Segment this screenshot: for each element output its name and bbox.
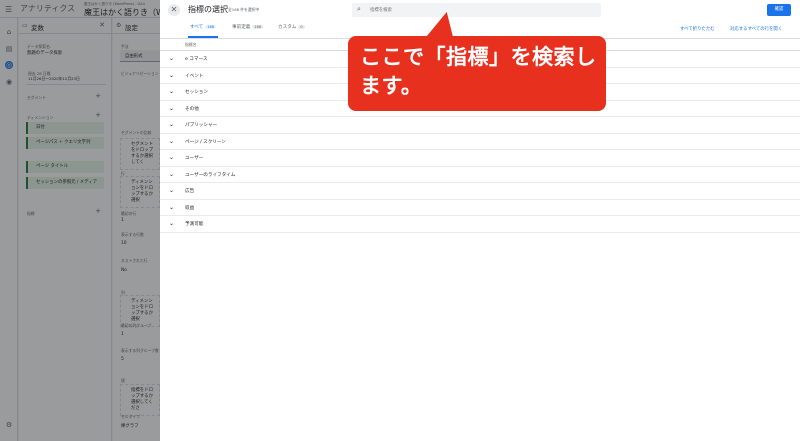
close-icon[interactable]: ✕ — [168, 4, 180, 16]
category-name: セッション — [185, 90, 208, 95]
chevron-down-icon: ⌄ — [169, 187, 175, 194]
chevron-down-icon: ⌄ — [169, 154, 175, 161]
tab-count: 168 — [252, 25, 264, 29]
chevron-down-icon: ⌄ — [169, 71, 175, 79]
category-name: e コマース — [185, 57, 208, 62]
search-icon: ⌕ — [357, 5, 361, 13]
modal-scrim[interactable] — [0, 0, 160, 441]
category-name: ユーザーのライフタイム — [185, 172, 236, 178]
tab-label: すべて — [190, 25, 204, 30]
category-name: その他 — [185, 106, 199, 112]
expand-all-link[interactable]: 対応するすべての行を開く — [730, 26, 782, 32]
apply-button[interactable]: 確認 — [767, 4, 791, 16]
chevron-down-icon: ⌄ — [169, 55, 175, 62]
collapse-all-link[interactable]: すべて折りたたむ — [680, 26, 715, 32]
category-name: 広告 — [185, 189, 195, 194]
category-row[interactable]: ⌄ 予測可能 — [160, 216, 800, 233]
tab-label: カスタム — [278, 25, 297, 30]
category-row[interactable]: ⌄ ユーザーのライフタイム — [160, 167, 800, 183]
chevron-down-icon: ⌄ — [169, 104, 175, 112]
chevron-down-icon: ⌄ — [169, 121, 175, 128]
chevron-down-icon: ⌄ — [169, 220, 175, 227]
chevron-down-icon: ⌄ — [169, 203, 175, 211]
column-header-metric-name: 指標名 — [185, 42, 197, 47]
category-row[interactable]: ⌄ ページ / スクリーン — [160, 134, 800, 150]
metric-search-box[interactable]: ⌕ — [352, 3, 601, 17]
tab-custom[interactable]: カスタム 0 — [278, 24, 305, 38]
chevron-down-icon: ⌄ — [169, 170, 175, 178]
tab-predefined[interactable]: 事前定義 168 — [232, 24, 264, 38]
category-row[interactable]: ⌄ 収益 — [160, 200, 800, 216]
category-name: イベント — [185, 73, 204, 79]
category-name: 予測可能 — [185, 222, 204, 227]
category-name: 収益 — [185, 205, 195, 211]
metric-search-input[interactable] — [370, 5, 590, 15]
callout-text: ここで「指標」を検索します。 — [360, 45, 597, 98]
drawer-title: 指標の選択 — [188, 5, 228, 14]
tab-count: 0 — [298, 25, 305, 29]
instruction-callout: ここで「指標」を検索します。 — [348, 36, 606, 111]
tab-count: 168 — [205, 25, 216, 29]
category-name: ページ / スクリーン — [185, 139, 226, 145]
category-row[interactable]: ⌄ パブリッシャー — [160, 117, 800, 134]
drawer-subtitle: 全168 件を選択中 — [228, 7, 260, 12]
chevron-down-icon: ⌄ — [169, 88, 175, 95]
category-name: パブリッシャー — [185, 123, 218, 128]
tab-label: 事前定義 — [232, 25, 251, 30]
category-row[interactable]: ⌄ 広告 — [160, 183, 800, 200]
chevron-down-icon: ⌄ — [169, 137, 175, 145]
category-name: ユーザー — [185, 156, 204, 161]
category-row[interactable]: ⌄ ユーザー — [160, 150, 800, 167]
